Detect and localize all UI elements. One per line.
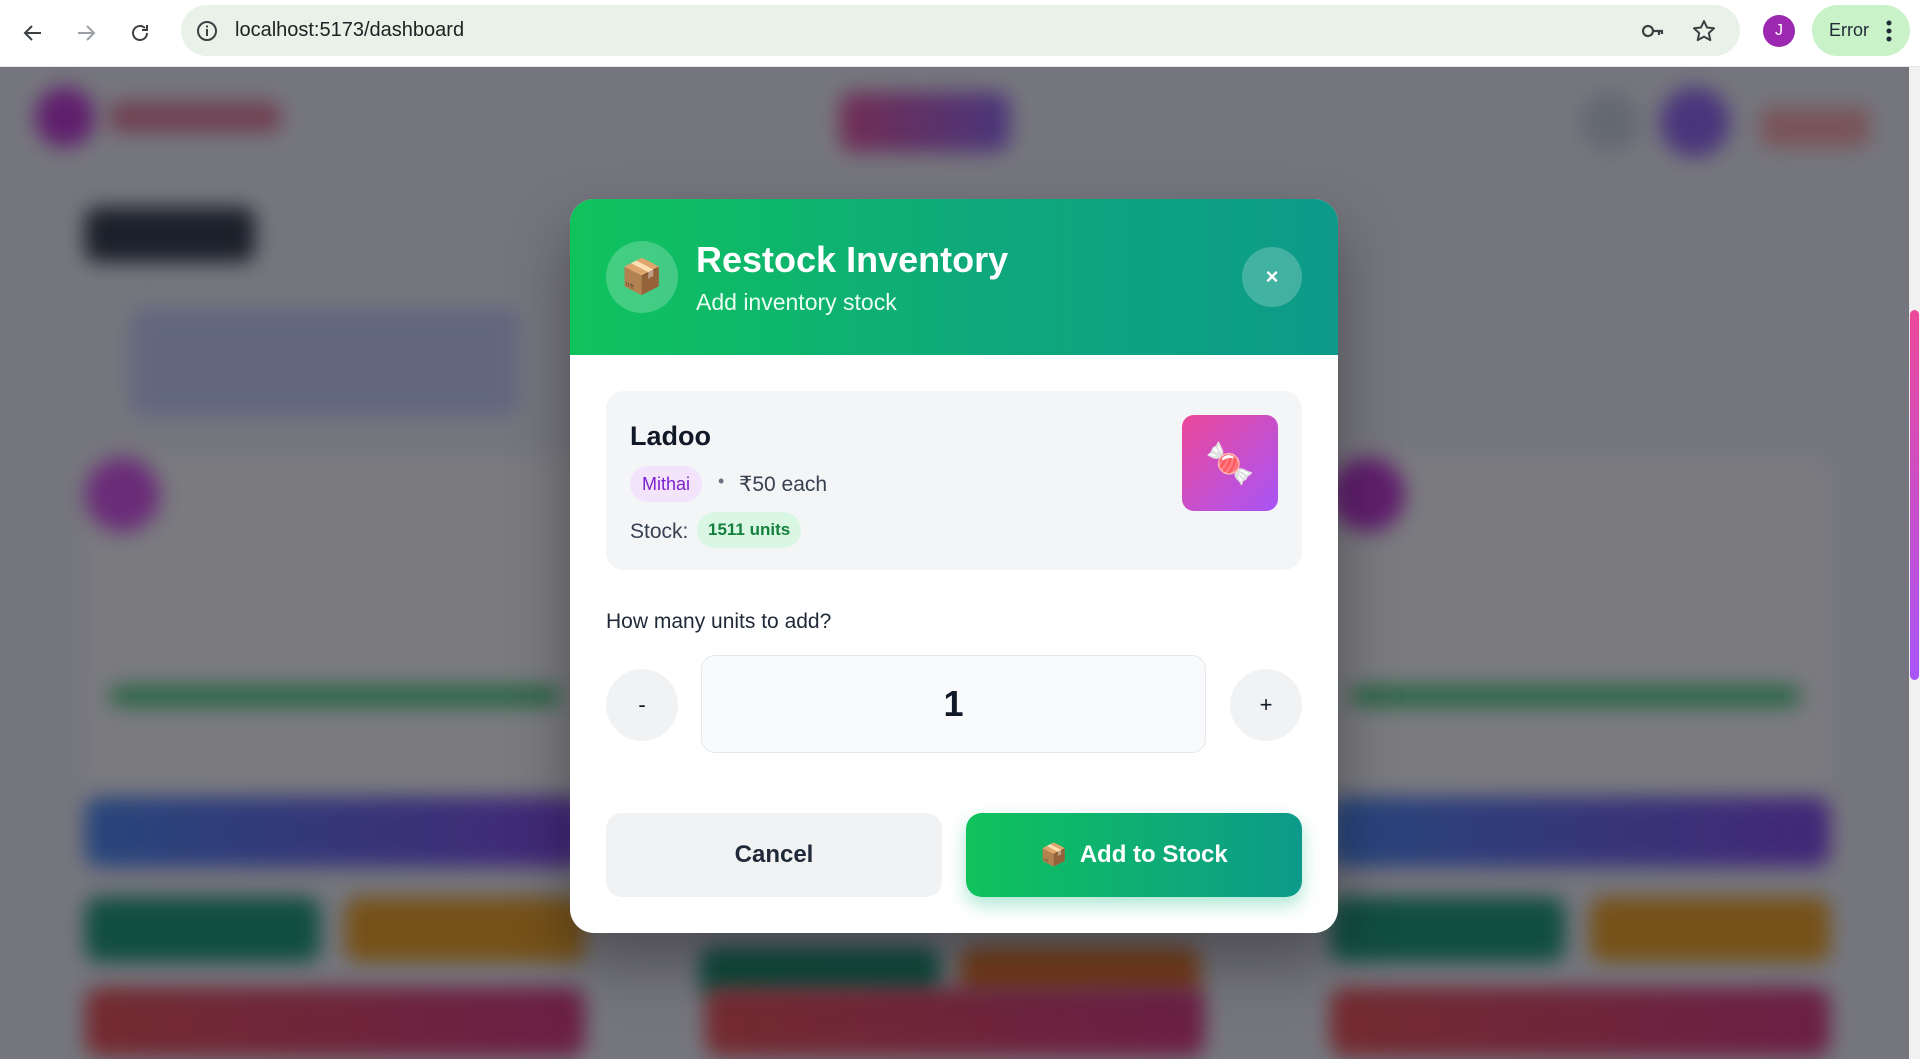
password-key-icon[interactable] — [1640, 18, 1666, 44]
profile-avatar[interactable]: J — [1763, 15, 1795, 47]
url-text[interactable]: localhost:5173/dashboard — [235, 19, 464, 42]
browser-toolbar: localhost:5173/dashboard J Error — [0, 0, 1920, 67]
page-scrollbar-thumb[interactable] — [1910, 310, 1919, 680]
product-price: ₹50 each — [739, 473, 828, 496]
more-menu-icon — [1886, 20, 1892, 42]
reload-icon[interactable] — [119, 12, 161, 54]
stock-label: Stock: — [630, 520, 689, 543]
decrement-button[interactable]: - — [606, 669, 678, 741]
separator-dot: • — [718, 471, 725, 491]
quantity-label: How many units to add? — [606, 610, 832, 633]
site-info-icon[interactable] — [195, 19, 219, 43]
increment-button[interactable]: + — [1230, 669, 1302, 741]
error-status-button[interactable]: Error — [1812, 5, 1910, 56]
quantity-input[interactable] — [701, 655, 1206, 753]
address-bar[interactable]: localhost:5173/dashboard — [181, 5, 1740, 56]
restock-modal: 📦 Restock Inventory Add inventory stock … — [570, 199, 1338, 933]
modal-subtitle: Add inventory stock — [696, 289, 897, 315]
close-icon: × — [1265, 264, 1279, 289]
profile-initial: J — [1775, 22, 1783, 39]
candy-icon: 🍬 — [1182, 415, 1278, 511]
cancel-label: Cancel — [734, 841, 814, 868]
plus-icon: + — [1259, 692, 1273, 717]
category-badge: Mithai — [630, 466, 703, 502]
package-icon: 📦 — [606, 241, 678, 313]
error-status-label: Error — [1829, 20, 1869, 40]
package-icon: 📦 — [1040, 842, 1068, 867]
modal-title: Restock Inventory — [696, 239, 1009, 280]
add-to-stock-button[interactable]: 📦 Add to Stock — [966, 813, 1302, 897]
modal-header: 📦 Restock Inventory Add inventory stock … — [570, 199, 1338, 355]
back-arrow-icon[interactable] — [12, 12, 54, 54]
product-summary-card: Ladoo Mithai • ₹50 each Stock: 1511 unit… — [606, 391, 1302, 570]
close-button[interactable]: × — [1242, 247, 1302, 307]
forward-arrow-icon[interactable] — [65, 12, 107, 54]
add-to-stock-label: Add to Stock — [1079, 841, 1228, 868]
product-name: Ladoo — [630, 421, 711, 451]
stock-badge: 1511 units — [697, 512, 802, 548]
bookmark-star-icon[interactable] — [1691, 18, 1717, 44]
cancel-button[interactable]: Cancel — [606, 813, 942, 897]
minus-icon: - — [638, 692, 646, 717]
